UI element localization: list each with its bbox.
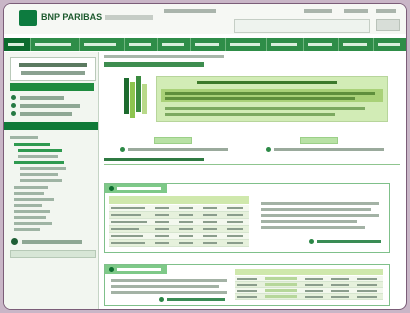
panel-dot-icon	[109, 267, 114, 272]
tree-item[interactable]	[18, 155, 58, 158]
header-link[interactable]	[376, 9, 396, 13]
bnp-logo-icon	[19, 10, 37, 26]
sidebar-tree-header[interactable]	[4, 122, 98, 130]
search-input[interactable]	[234, 19, 370, 33]
link-arrow-icon	[159, 297, 164, 302]
hero-text-band	[161, 89, 383, 102]
tree-item[interactable]	[18, 149, 62, 152]
table-row[interactable]	[109, 240, 249, 247]
table-header	[109, 196, 249, 204]
promo-subtitle	[21, 71, 85, 75]
nav-item[interactable]	[4, 38, 31, 51]
book-icon	[124, 78, 129, 114]
page-title	[104, 62, 204, 67]
header-link[interactable]	[304, 9, 332, 13]
sidebar-footer-box[interactable]	[10, 250, 96, 258]
section-title	[104, 158, 204, 161]
main-nav	[4, 38, 406, 51]
nav-item[interactable]	[304, 38, 339, 51]
promo-title	[19, 63, 87, 67]
tree-item[interactable]	[14, 143, 50, 146]
panel-dot-icon	[109, 186, 114, 191]
bullet-icon	[11, 103, 16, 108]
hero-panel	[156, 76, 388, 122]
header-link[interactable]	[164, 9, 216, 13]
nav-item[interactable]	[339, 38, 374, 51]
cta-left-link[interactable]	[128, 148, 228, 151]
site-header: BNP PARIBAS	[4, 4, 406, 34]
sidebar-link[interactable]	[20, 96, 64, 100]
market-table	[235, 269, 383, 303]
sidebar-link[interactable]	[22, 240, 82, 244]
book-icon	[136, 76, 141, 112]
main-content	[100, 52, 406, 309]
search-button[interactable]	[376, 19, 400, 31]
panel-title	[117, 187, 161, 190]
tree-item[interactable]	[20, 179, 62, 182]
cta-right-link[interactable]	[274, 148, 384, 151]
link-arrow-icon	[309, 239, 314, 244]
hero-text	[165, 92, 375, 95]
nav-item[interactable]	[191, 38, 226, 51]
sidebar-link[interactable]	[20, 104, 80, 108]
panel-header	[105, 265, 167, 274]
tree-item[interactable]	[14, 228, 40, 231]
breadcrumb[interactable]	[104, 55, 224, 58]
table-row[interactable]	[235, 294, 383, 300]
book-icon	[130, 82, 135, 118]
globe-icon	[11, 238, 18, 245]
panel-title	[117, 268, 161, 271]
panel-header	[105, 184, 167, 193]
bnp-paribas-logo[interactable]: BNP PARIBAS	[19, 10, 153, 26]
nav-item[interactable]	[31, 38, 80, 51]
logo-text: BNP PARIBAS	[41, 12, 103, 22]
table-row[interactable]	[109, 233, 249, 240]
panel-market-data	[104, 264, 390, 306]
tree-item[interactable]	[14, 222, 52, 225]
tree-item[interactable]	[14, 204, 42, 207]
nav-item[interactable]	[125, 38, 158, 51]
sidebar-promo	[10, 57, 96, 81]
tree-item[interactable]	[14, 186, 48, 189]
bullet-icon	[11, 95, 16, 100]
sidebar-link[interactable]	[20, 112, 72, 116]
table-row[interactable]	[109, 219, 249, 226]
link-arrow-icon	[266, 147, 271, 152]
panel-link[interactable]	[317, 240, 381, 243]
table-header	[235, 269, 383, 275]
tree-item[interactable]	[14, 210, 50, 213]
nav-item[interactable]	[374, 38, 406, 51]
cta-right-title	[300, 137, 338, 144]
nav-item[interactable]	[158, 38, 191, 51]
tree-item[interactable]	[14, 161, 64, 164]
link-arrow-icon	[120, 147, 125, 152]
logo-tagline	[105, 15, 153, 20]
cta-left-title	[154, 137, 192, 144]
hero-title	[197, 81, 337, 84]
sidebar-green-button[interactable]	[10, 83, 94, 91]
section-divider	[104, 164, 400, 165]
left-sidebar	[4, 52, 99, 309]
bullet-icon	[11, 111, 16, 116]
fund-table	[109, 196, 249, 248]
panel-link[interactable]	[167, 298, 225, 301]
table-row[interactable]	[109, 212, 249, 219]
nav-item[interactable]	[80, 38, 125, 51]
table-row[interactable]	[109, 205, 249, 212]
nav-item[interactable]	[226, 38, 267, 51]
tree-item[interactable]	[20, 173, 58, 176]
browser-frame: BNP PARIBAS	[3, 3, 407, 310]
panel-fund-table	[104, 183, 390, 253]
header-link[interactable]	[344, 9, 368, 13]
tree-item[interactable]	[14, 192, 44, 195]
tree-item[interactable]	[10, 136, 38, 139]
hero-banner	[108, 72, 388, 132]
book-icon	[142, 84, 147, 114]
tree-item[interactable]	[20, 167, 66, 170]
table-row[interactable]	[109, 226, 249, 233]
nav-item[interactable]	[267, 38, 304, 51]
tree-item[interactable]	[14, 198, 54, 201]
tree-item[interactable]	[14, 216, 46, 219]
